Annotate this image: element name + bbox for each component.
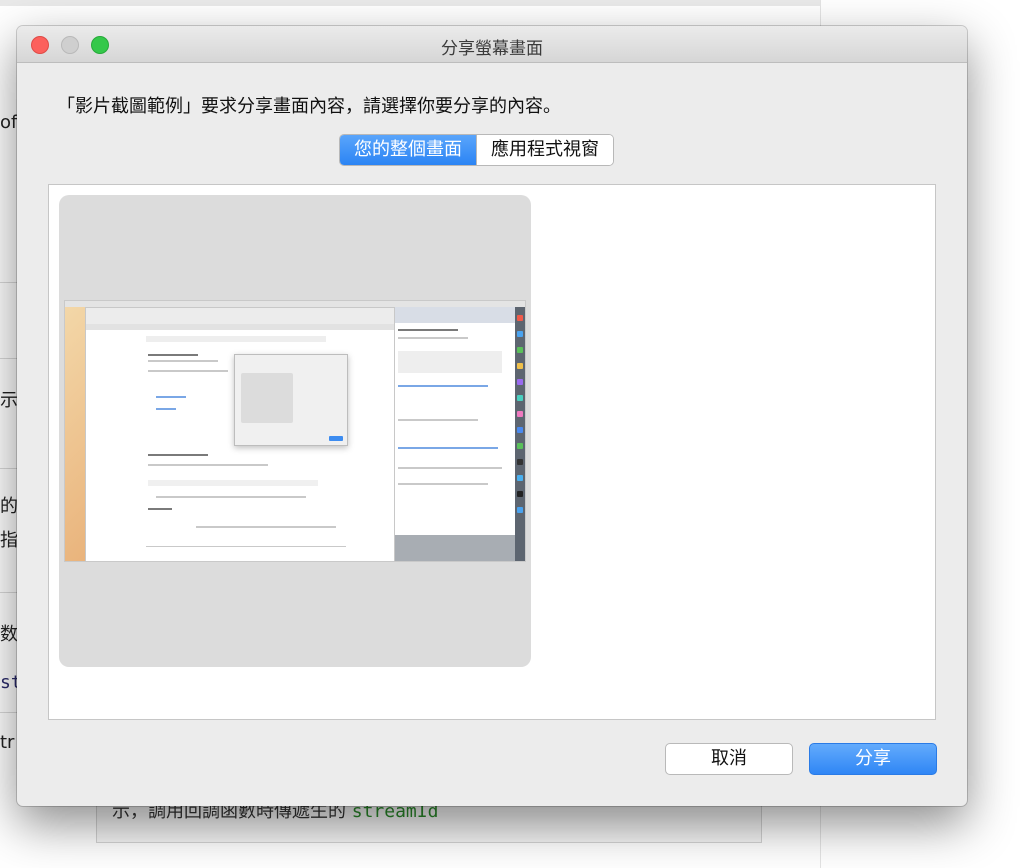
thumbnail-dock-icon [517,411,523,417]
thumbnail-line [156,396,186,398]
share-button[interactable]: 分享 [809,743,937,775]
tab-application-window[interactable]: 應用程式視窗 [476,135,613,165]
background-text-fragment: of [0,112,18,133]
thumbnail-line [156,496,306,498]
thumbnail-line [148,360,218,362]
thumbnail-line [398,447,498,449]
thumbnail-dock-icon [517,331,523,337]
thumbnail-dock-icon [517,443,523,449]
thumbnail-line [398,329,458,331]
cancel-button[interactable]: 取消 [665,743,793,775]
thumbnail-block [148,480,318,486]
thumbnail-line [156,408,176,410]
thumbnail-nested-button [329,436,343,441]
thumbnail-dock-icon [517,459,523,465]
screen-option-tile[interactable] [59,195,531,667]
thumbnail-dock-icon [517,379,523,385]
thumbnail-dock-icon [517,363,523,369]
thumbnail-dock-icon [517,315,523,321]
background-text-fragment: 数 [0,624,18,645]
thumbnail-nested-tile [241,373,293,423]
source-picker-panel [48,184,936,720]
thumbnail-right-window-header [393,307,515,323]
source-type-segmented-control: 您的整個畫面 應用程式視窗 [339,134,614,166]
thumbnail-line [148,370,228,372]
thumbnail-bottom-strip [393,535,515,561]
share-screen-dialog: 分享螢幕畫面 「影片截圖範例」要求分享畫面內容，請選擇你要分享的內容。 您的整個… [17,26,967,806]
thumbnail-dock-icon [517,491,523,497]
background-divider [0,592,18,593]
background-text-fragment: tr [0,732,15,753]
thumbnail-line [398,483,488,485]
thumbnail-line [148,464,268,466]
thumbnail-browser-window [85,307,395,561]
thumbnail-dock-icon [517,427,523,433]
background-divider [0,712,18,713]
thumbnail-right-window [393,323,516,561]
tab-entire-screen[interactable]: 您的整個畫面 [340,135,476,165]
thumbnail-line [146,546,346,547]
thumbnail-line [398,337,468,339]
screen-thumbnail [65,301,525,561]
background-top-strip [0,0,852,6]
thumbnail-browser-toolbar [86,308,394,325]
thumbnail-line [398,467,502,469]
thumbnail-dock-icon [517,395,523,401]
thumbnail-nested-dialog [234,354,348,446]
thumbnail-dock-icon [517,475,523,481]
dialog-titlebar[interactable]: 分享螢幕畫面 [17,26,967,63]
thumbnail-block [146,336,326,342]
thumbnail-line [148,354,198,356]
thumbnail-line [398,385,488,387]
background-divider [0,358,18,359]
thumbnail-line [398,419,478,421]
thumbnail-line [148,508,172,510]
thumbnail-block [398,351,502,373]
thumbnail-line [148,454,208,456]
background-divider [0,468,18,469]
background-divider [0,282,18,283]
share-prompt-text: 「影片截圖範例」要求分享畫面內容，請選擇你要分享的內容。 [57,96,561,117]
thumbnail-dock-icon [517,347,523,353]
thumbnail-dock-icon [517,507,523,513]
dialog-title: 分享螢幕畫面 [441,39,543,59]
thumbnail-line [196,526,336,528]
thumbnail-browser-tabs [86,324,394,330]
thumbnail-dock [515,307,525,561]
